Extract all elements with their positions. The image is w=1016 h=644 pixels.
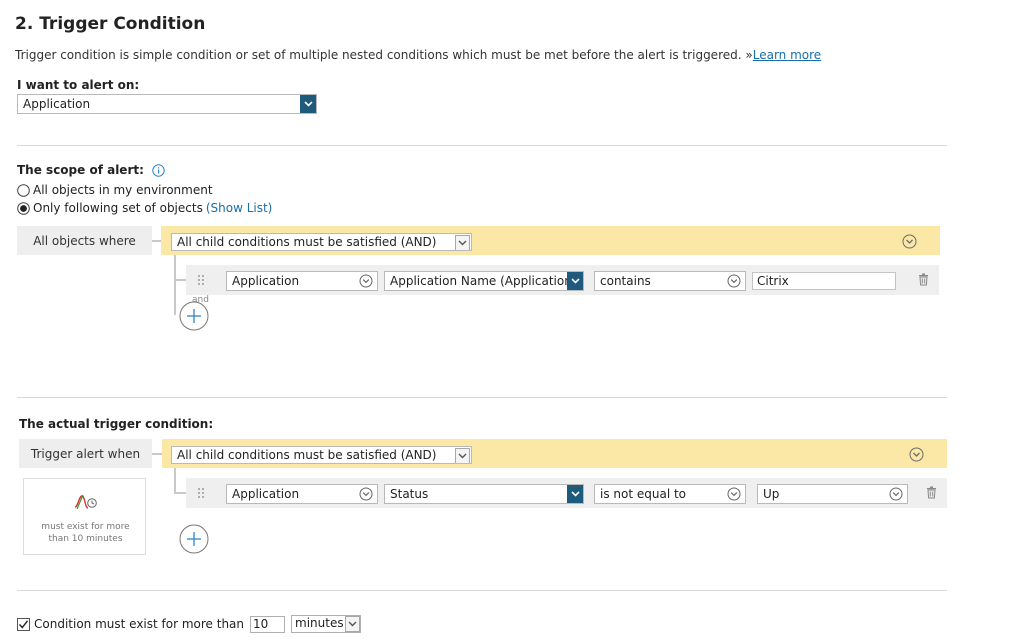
- scope-label: The scope of alert:: [17, 163, 144, 177]
- tree-line: [174, 255, 176, 315]
- divider: [17, 145, 947, 146]
- radio-all-objects[interactable]: All objects in my environment: [17, 183, 213, 197]
- info-icon[interactable]: [152, 163, 165, 177]
- duration-checkbox[interactable]: [17, 617, 30, 631]
- duration-value-input[interactable]: 10: [250, 615, 286, 633]
- connector-line: [152, 240, 161, 242]
- tree-line: [174, 279, 186, 281]
- collapse-group-icon[interactable]: [902, 234, 917, 249]
- chevron-down-icon: [455, 448, 470, 463]
- scope-operator-value: contains: [600, 274, 651, 288]
- duration-label: Condition must exist for more than: [34, 617, 245, 631]
- chevron-down-icon: [455, 235, 470, 250]
- trigger-operator-select[interactable]: is not equal to: [594, 484, 746, 504]
- trash-icon[interactable]: [926, 486, 937, 499]
- radio-following-objects[interactable]: Only following set of objects (Show List…: [17, 201, 272, 215]
- chevron-down-icon: [567, 485, 583, 503]
- radio-unselected-icon: [17, 183, 30, 197]
- scope-field-value: Application Name (Application A: [390, 274, 584, 288]
- divider: [17, 397, 947, 398]
- alert-on-select[interactable]: Application: [17, 94, 317, 114]
- trigger-label: The actual trigger condition:: [19, 417, 214, 431]
- trigger-object-value: Application: [232, 487, 300, 501]
- trigger-group-operator-value: All child conditions must be satisfied (…: [177, 448, 437, 462]
- chevron-down-icon: [359, 487, 373, 501]
- trigger-object-select[interactable]: Application: [226, 484, 378, 504]
- tree-line: [174, 468, 176, 494]
- scope-group-operator-value: All child conditions must be satisfied (…: [177, 235, 437, 249]
- scope-object-select[interactable]: Application: [226, 271, 378, 291]
- duration-row: Condition must exist for more than 10 mi…: [17, 615, 362, 633]
- condition-chart-icon: [74, 494, 97, 510]
- alert-on-value: Application: [23, 97, 91, 111]
- scope-value-input[interactable]: Citrix: [752, 272, 896, 290]
- radio-all-label: All objects in my environment: [33, 183, 213, 197]
- scope-field-select[interactable]: Application Name (Application A: [384, 271, 584, 291]
- chevron-down-icon: [359, 274, 373, 288]
- scope-group-label: All objects where: [17, 226, 152, 255]
- checkmark-icon: [18, 619, 29, 629]
- divider: [17, 590, 947, 591]
- learn-more-prefix: »: [745, 48, 753, 62]
- chevron-down-icon: [300, 95, 316, 113]
- tree-line: [174, 492, 186, 494]
- scope-object-value: Application: [232, 274, 300, 288]
- scope-heading: The scope of alert:: [17, 163, 165, 177]
- chevron-down-icon: [345, 616, 361, 632]
- trash-icon[interactable]: [918, 273, 929, 286]
- radio-following-label: Only following set of objects: [33, 201, 203, 215]
- trigger-value-select[interactable]: Up: [757, 484, 908, 504]
- duration-unit-value: minutes: [295, 616, 344, 630]
- radio-selected-icon: [17, 201, 30, 215]
- chevron-down-icon: [727, 274, 741, 288]
- drag-handle-icon[interactable]: [197, 487, 205, 499]
- scope-group-operator-select[interactable]: All child conditions must be satisfied (…: [171, 233, 472, 251]
- section-title: 2. Trigger Condition: [15, 14, 206, 34]
- trigger-operator-value: is not equal to: [600, 487, 687, 501]
- trigger-summary-box: must exist for more than 10 minutes: [23, 478, 146, 555]
- description-text: Trigger condition is simple condition or…: [15, 48, 742, 62]
- section-description: Trigger condition is simple condition or…: [15, 48, 821, 62]
- trigger-summary-text: must exist for more than 10 minutes: [41, 522, 130, 544]
- chevron-down-icon: [727, 487, 741, 501]
- chevron-down-icon: [567, 272, 583, 290]
- add-condition-icon[interactable]: [179, 301, 209, 331]
- alert-on-label: I want to alert on:: [17, 78, 140, 92]
- trigger-field-value: Status: [390, 487, 429, 501]
- show-list-link[interactable]: (Show List): [206, 201, 273, 215]
- learn-more-link[interactable]: Learn more: [753, 48, 821, 62]
- duration-unit-select[interactable]: minutes: [291, 615, 362, 633]
- trigger-value-value: Up: [763, 487, 780, 501]
- collapse-group-icon[interactable]: [909, 447, 924, 462]
- trigger-group-operator-select[interactable]: All child conditions must be satisfied (…: [171, 446, 472, 464]
- add-condition-icon[interactable]: [179, 524, 209, 554]
- trigger-group-label: Trigger alert when: [19, 439, 152, 468]
- chevron-down-icon: [889, 487, 903, 501]
- drag-handle-icon[interactable]: [197, 274, 205, 286]
- trigger-field-select[interactable]: Status: [384, 484, 584, 504]
- connector-line: [152, 453, 162, 455]
- scope-operator-select[interactable]: contains: [594, 271, 746, 291]
